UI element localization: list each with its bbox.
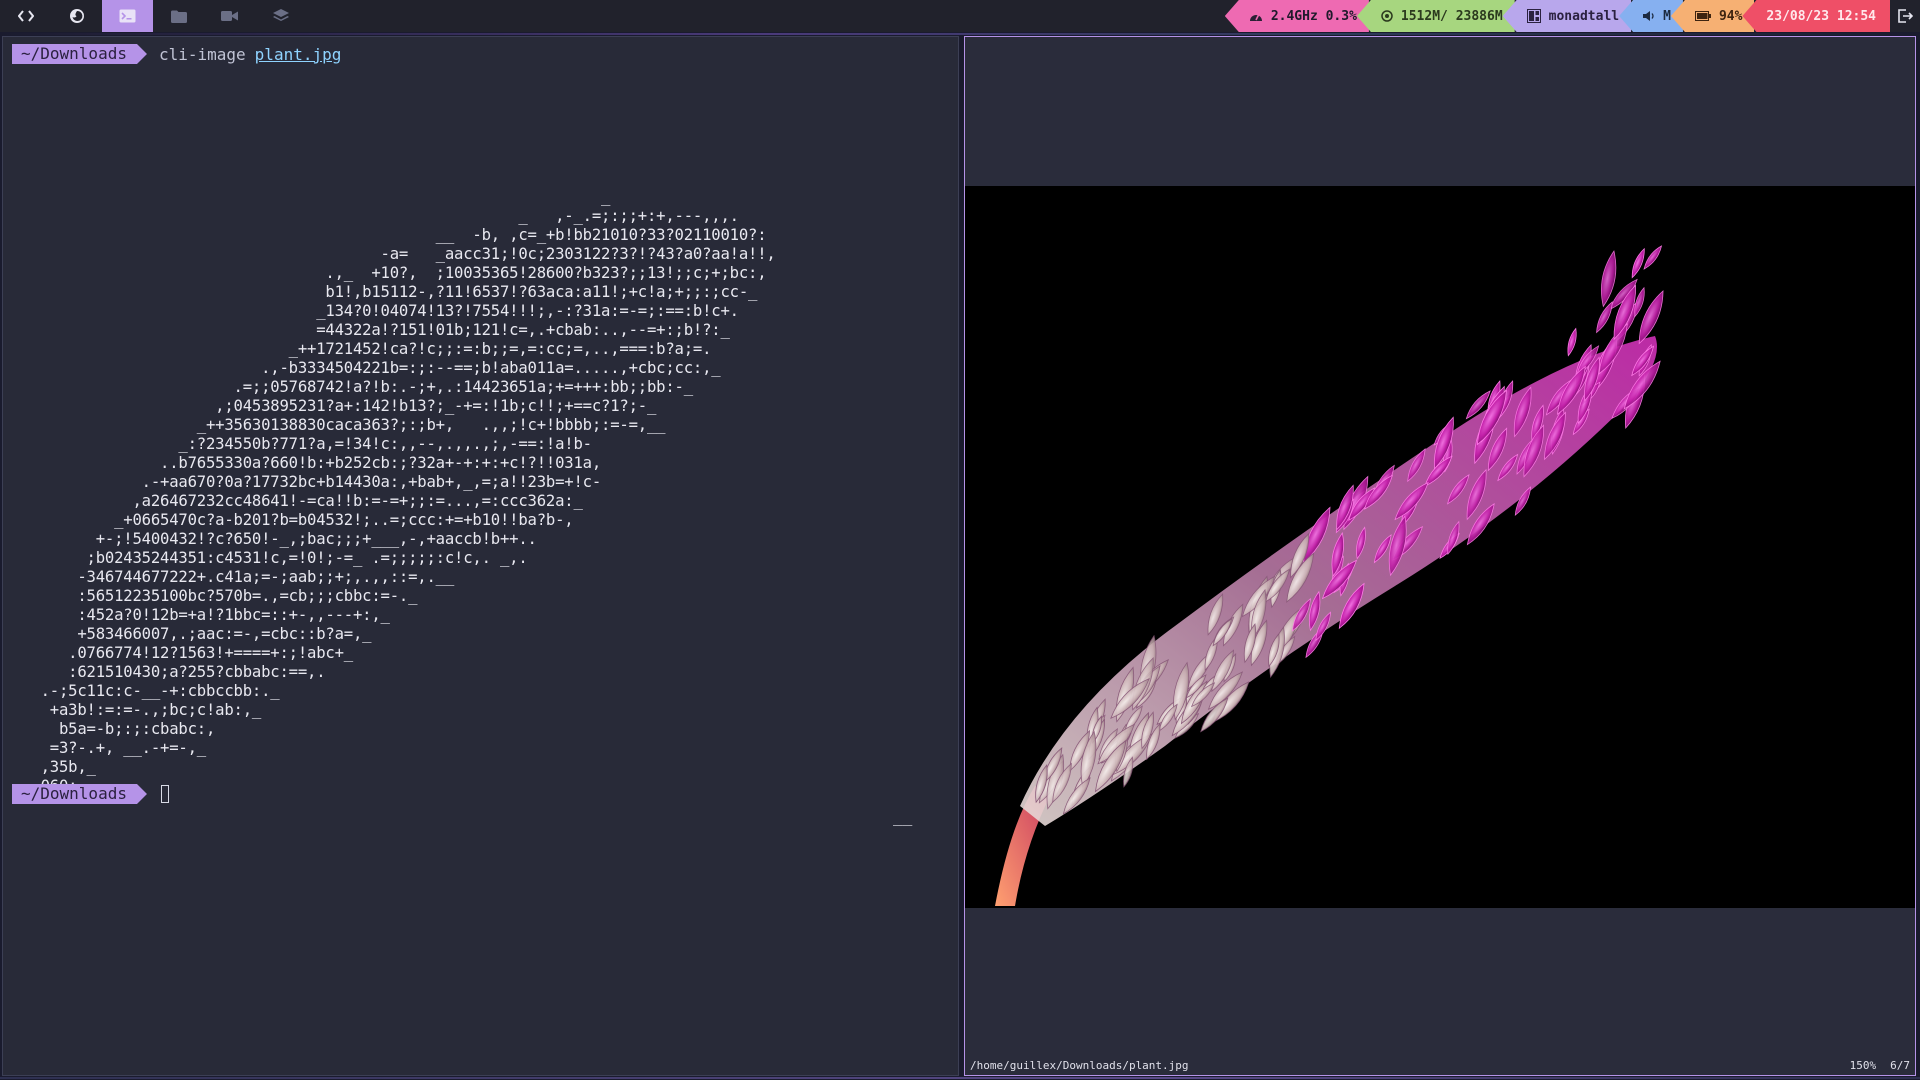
text-cursor [160, 785, 169, 803]
battery-widget[interactable]: 94% [1670, 0, 1755, 32]
gauge-icon [1249, 10, 1263, 22]
clock-text: 23/08/23 12:54 [1766, 8, 1876, 24]
workspace-video[interactable] [204, 0, 255, 32]
firefox-icon [69, 9, 84, 23]
speaker-icon [1643, 10, 1655, 22]
top-bar: 2.4GHz 0.3% 1512M/ 23886M monadtall M 94… [0, 0, 1920, 32]
layers-icon [272, 8, 289, 21]
flower-bract [1631, 247, 1645, 279]
image-viewer-pane[interactable]: /home/guillex/Downloads/plant.jpg 150% 6… [964, 36, 1916, 1076]
battery-icon [1694, 11, 1711, 21]
command-text: cli-image [158, 44, 246, 64]
folder-icon [170, 10, 187, 23]
ascii-art-text: _ _ ,-_.=;:;;+:+,---,,,. __ -b, ,c=_+b!b… [31, 188, 776, 795]
wallpaper-streak [0, 1077, 1920, 1079]
terminal-pane[interactable]: ~/Downloads cli-image plant.jpg _ _ ,-_.… [2, 36, 959, 1076]
flower-bract [1567, 327, 1577, 357]
volume-text: M [1663, 8, 1671, 24]
workspace-browser[interactable] [51, 0, 102, 32]
plant-photo[interactable] [965, 186, 1915, 908]
memory-text: 1512M/ 23886M [1400, 8, 1503, 24]
flower-bract [1643, 245, 1663, 270]
image-index: 6/7 [1890, 1059, 1910, 1072]
wallpaper-streak [0, 33, 1920, 35]
logout-button[interactable] [1890, 0, 1920, 32]
prompt-directory: ~/Downloads [12, 44, 147, 64]
layout-text: monadtall [1548, 8, 1620, 24]
workspace-terminal[interactable] [102, 0, 153, 32]
cpu-text: 2.4GHz 0.3% [1270, 8, 1357, 24]
battery-text: 94% [1718, 8, 1743, 24]
code-brackets-icon [17, 10, 34, 22]
zoom-level: 150% [1849, 1059, 1877, 1072]
video-camera-icon [221, 11, 238, 21]
memory-chip-icon [1381, 10, 1393, 22]
clock-widget[interactable]: 23/08/23 12:54 [1742, 0, 1890, 32]
workspace-layers[interactable] [255, 0, 306, 32]
prompt-directory: ~/Downloads [12, 784, 147, 804]
layout-widget[interactable]: monadtall [1502, 0, 1632, 32]
file-path-status: /home/guillex/Downloads/plant.jpg [970, 1059, 1189, 1072]
workspace-code[interactable] [0, 0, 51, 32]
workspace-files[interactable] [153, 0, 204, 32]
memory-widget[interactable]: 1512M/ 23886M [1356, 0, 1515, 32]
cpu-widget[interactable]: 2.4GHz 0.3% [1224, 0, 1369, 32]
celosia-flower-image [995, 245, 1664, 906]
terminal-icon [119, 9, 136, 23]
layout-icon [1526, 9, 1541, 23]
stray-output-char: __ [893, 807, 913, 826]
command-argument-link[interactable]: plant.jpg [255, 45, 342, 64]
active-prompt[interactable]: ~/Downloads [12, 784, 169, 804]
logout-icon [1897, 9, 1913, 23]
command-line: ~/Downloads cli-image plant.jpg [12, 44, 341, 64]
viewer-status-right: 150% 6/7 [1850, 1059, 1910, 1072]
